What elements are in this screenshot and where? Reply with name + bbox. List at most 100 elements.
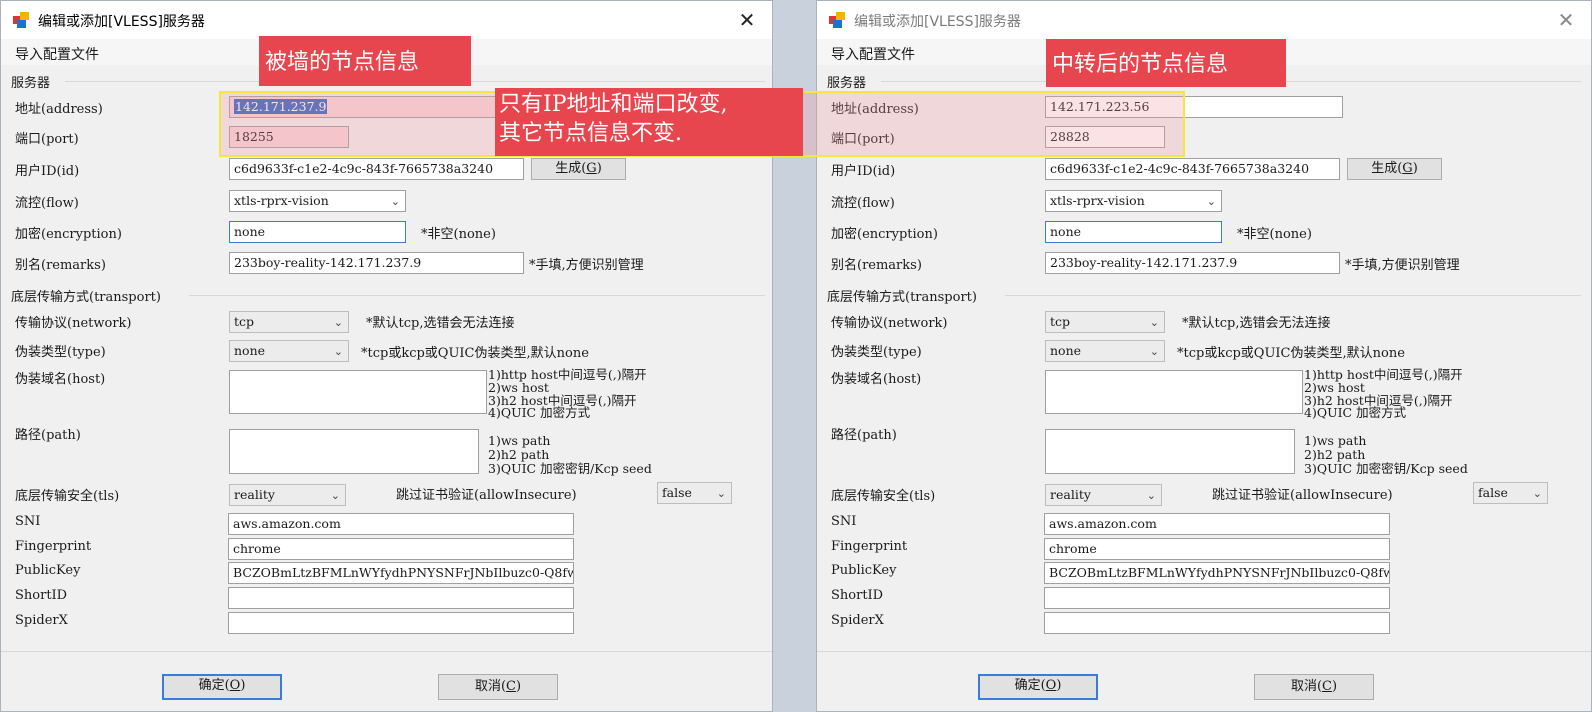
path-label: 路径(path) (15, 428, 81, 443)
allow-insecure-value: false (662, 485, 692, 500)
network-hint: *默认tcp,选错会无法连接 (1182, 316, 1331, 331)
flow-value: xtls-rprx-vision (234, 193, 329, 208)
network-select[interactable]: tcp ⌄ (229, 311, 349, 333)
sni-input[interactable]: aws.amazon.com (228, 513, 574, 535)
type-select[interactable]: none ⌄ (229, 340, 349, 362)
generate-button[interactable]: 生成(G) (531, 158, 626, 180)
tls-value: reality (1050, 487, 1091, 502)
network-value: tcp (234, 314, 255, 329)
close-icon[interactable]: ✕ (732, 7, 762, 33)
remarks-label: 别名(remarks) (15, 258, 106, 273)
allow-insecure-value: false (1478, 485, 1508, 500)
public-key-label: PublicKey (15, 563, 81, 578)
chevron-down-icon: ⌄ (390, 195, 400, 208)
chevron-down-icon: ⌄ (333, 345, 343, 358)
path-textarea[interactable] (1045, 429, 1295, 474)
path-hint-1: 1)ws path (488, 433, 551, 448)
section-server-label: 服务器 (827, 76, 867, 91)
footer-divider (817, 651, 1591, 652)
short-id-input[interactable] (228, 587, 574, 609)
path-hint-1: 1)ws path (1304, 433, 1367, 448)
network-select[interactable]: tcp ⌄ (1045, 311, 1165, 333)
remarks-hint: *手填,方便识别管理 (1345, 258, 1460, 273)
flow-select[interactable]: xtls-rprx-vision ⌄ (229, 190, 406, 212)
public-key-input[interactable]: BCZOBmLtzBFMLnWYfydhPNYSNFrJNbIlbuzc0-Q8… (1044, 562, 1390, 584)
menu-import-config[interactable]: 导入配置文件 (831, 44, 915, 64)
allow-insecure-label: 跳过证书验证(allowInsecure) (396, 488, 577, 503)
menu-import-config[interactable]: 导入配置文件 (15, 44, 99, 64)
path-label: 路径(path) (831, 428, 897, 443)
network-hint: *默认tcp,选错会无法连接 (366, 316, 515, 331)
encryption-label: 加密(encryption) (15, 227, 122, 242)
title-bar: 编辑或添加[VLESS]服务器 ✕ (1, 1, 772, 39)
section-divider (1005, 295, 1581, 296)
remarks-hint: *手填,方便识别管理 (529, 258, 644, 273)
allow-insecure-select[interactable]: false ⌄ (657, 482, 732, 504)
type-hint: *tcp或kcp或QUIC伪装类型,默认none (361, 346, 589, 361)
host-label: 伪装域名(host) (15, 372, 106, 387)
spider-x-input[interactable] (1044, 612, 1390, 634)
tls-select[interactable]: reality ⌄ (229, 484, 346, 506)
close-icon[interactable]: ✕ (1551, 7, 1581, 33)
host-textarea[interactable] (229, 370, 487, 414)
annotation-note-line2: 其它节点信息不变. (499, 121, 682, 146)
sni-input[interactable]: aws.amazon.com (1044, 513, 1390, 535)
fingerprint-input[interactable]: chrome (228, 538, 574, 560)
address-label: 地址(address) (15, 102, 103, 117)
type-select[interactable]: none ⌄ (1045, 340, 1165, 362)
footer-divider (1, 651, 772, 652)
ok-button[interactable]: 确定(O) (162, 674, 282, 700)
app-icon (829, 12, 845, 28)
chevron-down-icon: ⌄ (333, 316, 343, 329)
encryption-label: 加密(encryption) (831, 227, 938, 242)
flow-label: 流控(flow) (15, 196, 79, 211)
annotation-tag-relay: 中转后的节点信息 (1046, 39, 1286, 87)
path-hint-3: 3)QUIC 加密密钥/Kcp seed (1304, 461, 1468, 476)
public-key-input[interactable]: BCZOBmLtzBFMLnWYfydhPNYSNFrJNbIlbuzc0-Q8… (228, 562, 574, 584)
flow-select[interactable]: xtls-rprx-vision ⌄ (1045, 190, 1222, 212)
path-hint-2: 2)h2 path (488, 447, 550, 462)
type-value: none (1050, 343, 1082, 358)
remarks-input[interactable]: 233boy-reality-142.171.237.9 (229, 252, 524, 274)
tls-label: 底层传输安全(tls) (15, 489, 120, 504)
id-label: 用户ID(id) (15, 164, 80, 179)
id-input[interactable]: c6d9633f-c1e2-4c9c-843f-7665738a3240 (229, 158, 524, 180)
short-id-label: ShortID (831, 588, 884, 603)
spider-x-label: SpiderX (15, 613, 68, 628)
short-id-input[interactable] (1044, 587, 1390, 609)
ok-button[interactable]: 确定(O) (978, 674, 1098, 700)
generate-button[interactable]: 生成(G) (1347, 158, 1442, 180)
encryption-input[interactable]: none (229, 221, 406, 243)
chevron-down-icon: ⌄ (1206, 195, 1216, 208)
encryption-input[interactable]: none (1045, 221, 1222, 243)
type-label: 伪装类型(type) (831, 345, 922, 360)
annotation-note-line1: 只有IP地址和端口改变, (499, 92, 728, 117)
flow-value: xtls-rprx-vision (1050, 193, 1145, 208)
spider-x-input[interactable] (228, 612, 574, 634)
window-title: 编辑或添加[VLESS]服务器 (38, 14, 205, 30)
fingerprint-input[interactable]: chrome (1044, 538, 1390, 560)
cancel-button[interactable]: 取消(C) (1254, 674, 1374, 700)
host-textarea[interactable] (1045, 370, 1303, 414)
allow-insecure-label: 跳过证书验证(allowInsecure) (1212, 488, 1393, 503)
host-hint-4: 4)QUIC 加密方式 (488, 405, 591, 420)
id-input[interactable]: c6d9633f-c1e2-4c9c-843f-7665738a3240 (1045, 158, 1340, 180)
chevron-down-icon: ⌄ (1149, 316, 1159, 329)
tls-select[interactable]: reality ⌄ (1045, 484, 1162, 506)
encryption-hint: *非空(none) (421, 227, 496, 242)
annotation-note: 只有IP地址和端口改变, 其它节点信息不变. (495, 88, 803, 156)
tls-label: 底层传输安全(tls) (831, 489, 936, 504)
id-label: 用户ID(id) (831, 164, 896, 179)
allow-insecure-select[interactable]: false ⌄ (1473, 482, 1548, 504)
path-textarea[interactable] (229, 429, 479, 474)
port-label: 端口(port) (15, 132, 79, 147)
flow-label: 流控(flow) (831, 196, 895, 211)
host-hint-4: 4)QUIC 加密方式 (1304, 405, 1407, 420)
cancel-button[interactable]: 取消(C) (438, 674, 558, 700)
sni-label: SNI (15, 514, 41, 529)
title-bar: 编辑或添加[VLESS]服务器 ✕ (817, 1, 1591, 39)
section-divider (189, 295, 765, 296)
remarks-input[interactable]: 233boy-reality-142.171.237.9 (1045, 252, 1340, 274)
section-transport-label: 底层传输方式(transport) (827, 290, 977, 305)
type-value: none (234, 343, 266, 358)
